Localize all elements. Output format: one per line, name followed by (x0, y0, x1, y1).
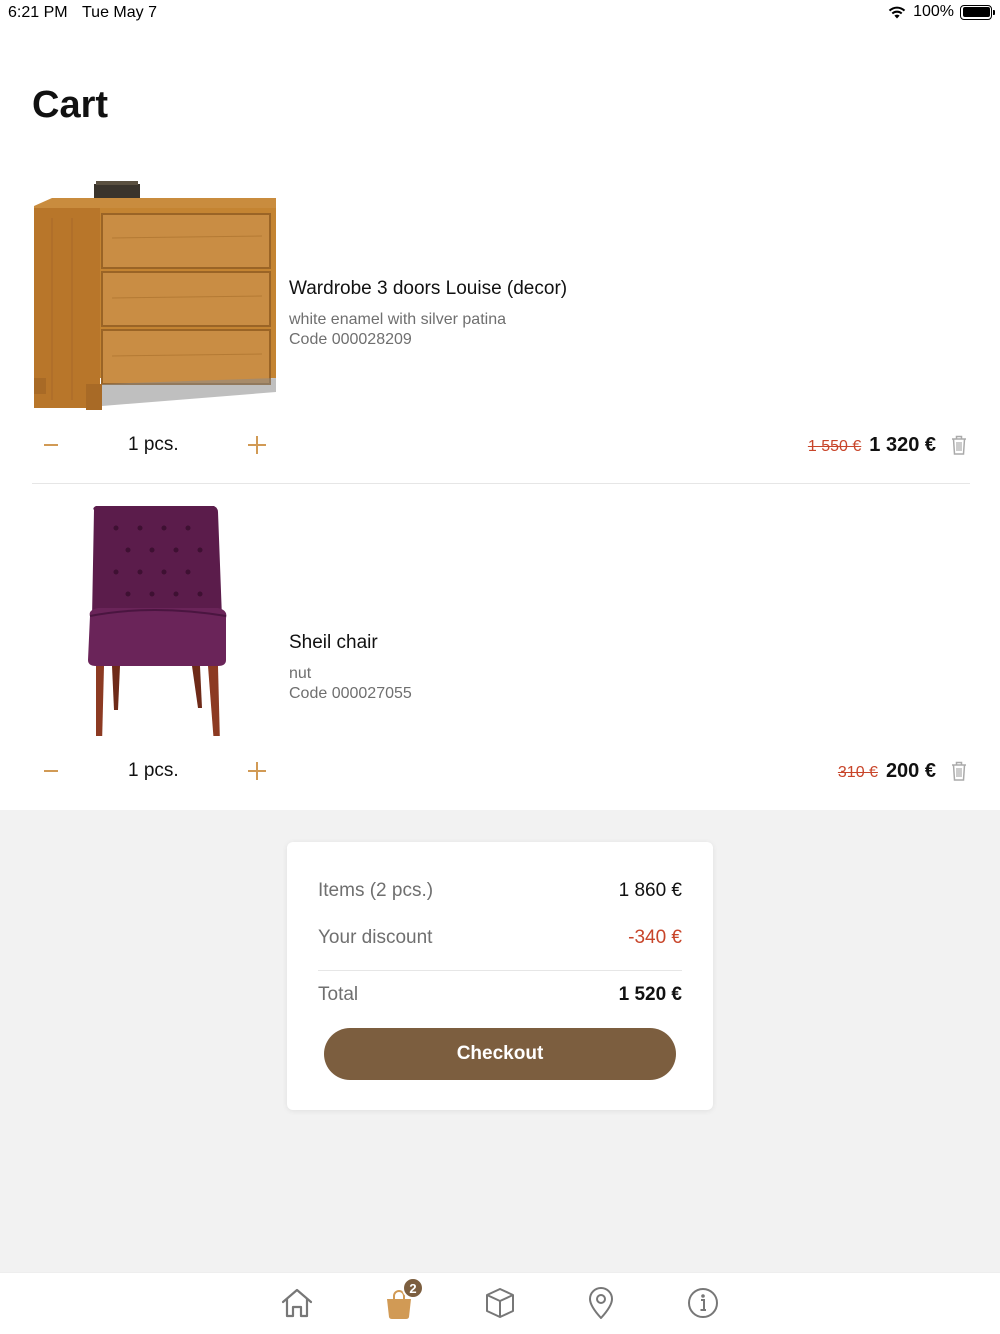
status-time: 6:21 PM (8, 4, 68, 21)
quantity-stepper: 1 pcs. 310 € 200 € (32, 756, 970, 786)
tab-bar: 2 (0, 1272, 1000, 1334)
decrease-quantity-button[interactable] (42, 430, 64, 460)
product-variant: nut (289, 665, 312, 682)
summary-divider (318, 970, 682, 971)
total-label: Total (318, 984, 359, 1005)
product-name[interactable]: Wardrobe 3 doors Louise (decor) (289, 278, 567, 300)
checkout-button[interactable]: Checkout (324, 1028, 676, 1080)
home-icon[interactable] (279, 1285, 315, 1321)
price-block: 1 550 € 1 320 € (808, 434, 936, 457)
chest-of-drawers-image (34, 181, 276, 410)
order-summary-card: Items (2 pcs.) 1 860 € Your discount -34… (287, 842, 713, 1110)
decrease-quantity-button[interactable] (42, 756, 64, 786)
discount-value: -340 € (628, 927, 682, 948)
trash-icon[interactable] (950, 760, 968, 782)
increase-quantity-button[interactable] (246, 760, 268, 782)
quantity-stepper: 1 pcs. 1 550 € 1 320 € (32, 430, 970, 460)
cart-count-badge: 2 (402, 1277, 424, 1299)
old-price: 1 550 € (807, 438, 862, 455)
current-price: 200 € (885, 760, 936, 782)
quantity-value: 1 pcs. (128, 760, 179, 781)
product-name[interactable]: Sheil chair (289, 632, 378, 654)
cart-item: Wardrobe 3 doors Louise (decor) white en… (32, 178, 970, 484)
status-indicators: 100% (887, 3, 995, 21)
discount-label: Your discount (318, 927, 433, 948)
product-variant: white enamel with silver patina (289, 311, 506, 328)
status-bar: 6:21 PM Tue May 7 100% (0, 0, 1000, 28)
current-price: 1 320 € (869, 434, 936, 456)
items-label: Items (2 pcs.) (318, 880, 434, 901)
product-code: Code 000028209 (289, 331, 412, 348)
purple-chair-image (88, 506, 227, 736)
items-subtotal-row: Items (2 pcs.) 1 860 € (318, 880, 682, 902)
location-pin-icon[interactable] (583, 1285, 619, 1321)
battery-percent: 100% (913, 3, 954, 20)
cart-content: Cart Wardrobe 3 doors Louise (decor) whi… (0, 28, 1000, 810)
product-code: Code 000027055 (289, 685, 412, 702)
cart-item: Sheil chair nut Code 000027055 1 pcs. 31… (32, 504, 970, 810)
battery-fill (962, 7, 990, 17)
wifi-icon (888, 6, 906, 19)
info-icon[interactable] (685, 1285, 721, 1321)
page-title: Cart (32, 84, 109, 126)
total-value: 1 520 € (618, 984, 682, 1005)
items-value: 1 860 € (618, 880, 682, 901)
old-price: 310 € (837, 764, 878, 781)
total-row: Total 1 520 € (318, 984, 682, 1006)
battery-icon (960, 4, 995, 20)
increase-quantity-button[interactable] (246, 434, 268, 456)
price-block: 310 € 200 € (838, 760, 936, 783)
trash-icon[interactable] (950, 434, 968, 456)
box-icon[interactable] (482, 1285, 518, 1321)
discount-row: Your discount -340 € (318, 927, 682, 949)
quantity-value: 1 pcs. (128, 434, 179, 455)
status-date: Tue May 7 (82, 4, 157, 21)
